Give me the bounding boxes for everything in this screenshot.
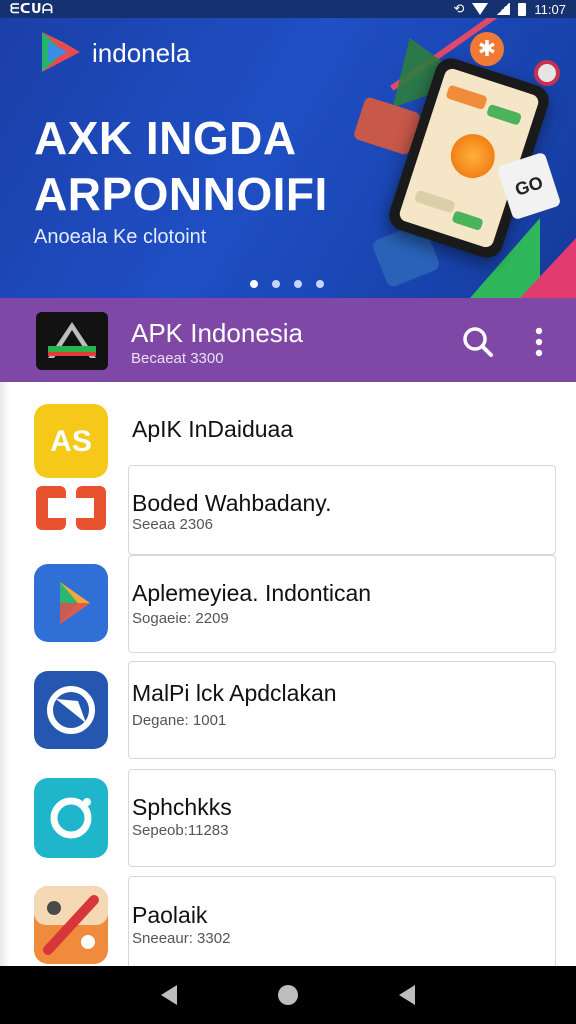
- status-bar: ᗴᑕᑌᗩ ⟲ 11:07: [0, 0, 576, 18]
- app-subtitle: Sneeaur: 3302: [132, 930, 231, 947]
- app-name: Aplemeyiea. Indontican: [132, 580, 372, 606]
- status-notification-text: ᗴᑕᑌᗩ: [10, 1, 54, 16]
- list-edge-shadow: [0, 382, 10, 966]
- star-badge-icon: ✱: [470, 32, 504, 66]
- app-subtitle: Seeaa 2306: [132, 516, 213, 533]
- yellow-app-icon: AS: [34, 404, 108, 478]
- promo-banner[interactable]: indonela AXK INGDA ARPONNOIFI Anoeala Ke…: [0, 18, 576, 298]
- chat-app-icon: [34, 671, 108, 749]
- carousel-dot[interactable]: [250, 280, 258, 288]
- banner-title: AXK INGDA ARPONNOIFI: [34, 110, 328, 222]
- app-name: Boded Wahbadany.: [132, 490, 332, 516]
- navigation-bar: [0, 966, 576, 1024]
- ring-app-icon: [34, 778, 108, 858]
- phone-orb-graphic: [445, 128, 501, 184]
- app-title: APK Indonesia: [131, 318, 304, 348]
- search-icon[interactable]: [458, 322, 498, 362]
- carousel-dot[interactable]: [316, 280, 324, 288]
- phone-ui-element: [413, 189, 456, 214]
- sync-icon: ⟲: [453, 1, 465, 16]
- round-badge-icon: [534, 60, 560, 86]
- home-icon[interactable]: [277, 985, 298, 1005]
- orange-app-icon: [36, 486, 106, 530]
- banner-decoration: [520, 238, 576, 298]
- banner-title-line2: ARPONNOIFI: [34, 168, 328, 220]
- phone-ui-element: [451, 210, 484, 231]
- wifi-icon: [472, 3, 489, 15]
- app-header: APK Indonesia Becaeat 3300: [0, 298, 576, 382]
- status-icons: ⟲ 11:07: [454, 1, 566, 17]
- carousel-dot[interactable]: [272, 280, 280, 288]
- app-name: Paolaik: [132, 902, 208, 928]
- phone-ui-element: [486, 103, 523, 126]
- app-subtitle: Sogaeie: 2209: [132, 610, 229, 627]
- app-logo-icon: [36, 312, 108, 370]
- phone-ui-element: [445, 84, 488, 111]
- app-list[interactable]: AS ApIK InDaiduaa Boded Wahbadany. Seeaa…: [0, 382, 576, 966]
- carousel-indicator[interactable]: [250, 280, 324, 288]
- recents-icon[interactable]: [399, 985, 416, 1005]
- carousel-dot[interactable]: [294, 280, 302, 288]
- app-subtitle: Sepeob:11283: [132, 822, 229, 839]
- app-name: MalPi lck Apdclakan: [132, 680, 337, 706]
- percent-app-icon: [34, 886, 108, 964]
- svg-text:AS: AS: [50, 425, 92, 458]
- brand-name: indonela: [92, 38, 191, 68]
- more-vert-icon[interactable]: [522, 322, 556, 362]
- app-name: Sphchkks: [132, 794, 232, 820]
- brand-logo-icon: [42, 32, 80, 72]
- list-item-card[interactable]: [128, 661, 556, 759]
- back-icon[interactable]: [160, 985, 177, 1005]
- play-app-icon: [34, 564, 108, 642]
- list-item[interactable]: AS ApIK InDaiduaa: [0, 382, 576, 478]
- clock: 11:07: [534, 1, 566, 17]
- banner-subtitle: Anoeala Ke clotoint: [34, 226, 207, 248]
- battery-icon: [518, 2, 527, 16]
- app-subtitle: Degane: 1001: [132, 712, 227, 729]
- app-subtitle: Becaeat 3300: [131, 350, 224, 367]
- signal-icon: [496, 3, 511, 15]
- banner-title-line1: AXK INGDA: [34, 112, 297, 164]
- app-name: ApIK InDaiduaa: [132, 416, 294, 442]
